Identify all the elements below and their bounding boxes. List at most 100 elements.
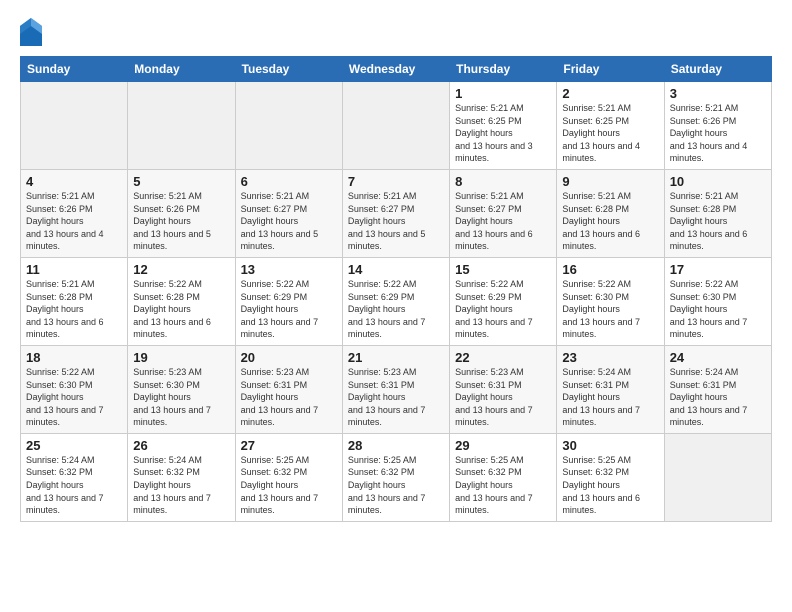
calendar-cell: 12 Sunrise: 5:22 AMSunset: 6:28 PMDaylig…	[128, 257, 235, 345]
day-number: 3	[670, 86, 766, 101]
day-detail: Sunrise: 5:24 AMSunset: 6:31 PMDaylight …	[670, 367, 748, 427]
day-detail: Sunrise: 5:21 AMSunset: 6:25 PMDaylight …	[562, 103, 640, 163]
day-detail: Sunrise: 5:21 AMSunset: 6:28 PMDaylight …	[26, 279, 104, 339]
weekday-header-tuesday: Tuesday	[235, 57, 342, 82]
calendar-week-1: 1 Sunrise: 5:21 AMSunset: 6:25 PMDayligh…	[21, 82, 772, 170]
day-number: 14	[348, 262, 444, 277]
day-detail: Sunrise: 5:23 AMSunset: 6:30 PMDaylight …	[133, 367, 211, 427]
calendar-cell: 19 Sunrise: 5:23 AMSunset: 6:30 PMDaylig…	[128, 345, 235, 433]
calendar-cell	[342, 82, 449, 170]
day-detail: Sunrise: 5:21 AMSunset: 6:26 PMDaylight …	[133, 191, 211, 251]
day-number: 28	[348, 438, 444, 453]
calendar-cell: 22 Sunrise: 5:23 AMSunset: 6:31 PMDaylig…	[450, 345, 557, 433]
day-number: 23	[562, 350, 658, 365]
calendar-table: SundayMondayTuesdayWednesdayThursdayFrid…	[20, 56, 772, 522]
calendar-cell: 13 Sunrise: 5:22 AMSunset: 6:29 PMDaylig…	[235, 257, 342, 345]
day-number: 11	[26, 262, 122, 277]
calendar-cell: 15 Sunrise: 5:22 AMSunset: 6:29 PMDaylig…	[450, 257, 557, 345]
calendar-cell: 14 Sunrise: 5:22 AMSunset: 6:29 PMDaylig…	[342, 257, 449, 345]
calendar-cell: 5 Sunrise: 5:21 AMSunset: 6:26 PMDayligh…	[128, 169, 235, 257]
weekday-header-saturday: Saturday	[664, 57, 771, 82]
day-detail: Sunrise: 5:21 AMSunset: 6:26 PMDaylight …	[670, 103, 748, 163]
calendar-cell: 7 Sunrise: 5:21 AMSunset: 6:27 PMDayligh…	[342, 169, 449, 257]
calendar-cell: 6 Sunrise: 5:21 AMSunset: 6:27 PMDayligh…	[235, 169, 342, 257]
calendar-cell: 11 Sunrise: 5:21 AMSunset: 6:28 PMDaylig…	[21, 257, 128, 345]
calendar-cell: 8 Sunrise: 5:21 AMSunset: 6:27 PMDayligh…	[450, 169, 557, 257]
day-detail: Sunrise: 5:22 AMSunset: 6:30 PMDaylight …	[670, 279, 748, 339]
weekday-header-wednesday: Wednesday	[342, 57, 449, 82]
day-number: 30	[562, 438, 658, 453]
day-detail: Sunrise: 5:22 AMSunset: 6:29 PMDaylight …	[241, 279, 319, 339]
header	[20, 18, 772, 46]
calendar-cell: 2 Sunrise: 5:21 AMSunset: 6:25 PMDayligh…	[557, 82, 664, 170]
day-detail: Sunrise: 5:25 AMSunset: 6:32 PMDaylight …	[241, 455, 319, 515]
day-number: 27	[241, 438, 337, 453]
day-detail: Sunrise: 5:22 AMSunset: 6:28 PMDaylight …	[133, 279, 211, 339]
day-detail: Sunrise: 5:24 AMSunset: 6:31 PMDaylight …	[562, 367, 640, 427]
day-number: 9	[562, 174, 658, 189]
weekday-header-thursday: Thursday	[450, 57, 557, 82]
calendar-cell: 16 Sunrise: 5:22 AMSunset: 6:30 PMDaylig…	[557, 257, 664, 345]
day-detail: Sunrise: 5:21 AMSunset: 6:26 PMDaylight …	[26, 191, 104, 251]
calendar-cell: 10 Sunrise: 5:21 AMSunset: 6:28 PMDaylig…	[664, 169, 771, 257]
weekday-header-monday: Monday	[128, 57, 235, 82]
day-number: 22	[455, 350, 551, 365]
day-number: 6	[241, 174, 337, 189]
calendar-cell	[235, 82, 342, 170]
day-detail: Sunrise: 5:25 AMSunset: 6:32 PMDaylight …	[562, 455, 640, 515]
day-detail: Sunrise: 5:23 AMSunset: 6:31 PMDaylight …	[241, 367, 319, 427]
day-number: 13	[241, 262, 337, 277]
calendar-header-row: SundayMondayTuesdayWednesdayThursdayFrid…	[21, 57, 772, 82]
calendar-cell: 30 Sunrise: 5:25 AMSunset: 6:32 PMDaylig…	[557, 433, 664, 521]
calendar-cell: 24 Sunrise: 5:24 AMSunset: 6:31 PMDaylig…	[664, 345, 771, 433]
day-detail: Sunrise: 5:22 AMSunset: 6:29 PMDaylight …	[348, 279, 426, 339]
day-detail: Sunrise: 5:22 AMSunset: 6:29 PMDaylight …	[455, 279, 533, 339]
calendar-cell: 27 Sunrise: 5:25 AMSunset: 6:32 PMDaylig…	[235, 433, 342, 521]
day-detail: Sunrise: 5:21 AMSunset: 6:25 PMDaylight …	[455, 103, 533, 163]
weekday-header-sunday: Sunday	[21, 57, 128, 82]
calendar-cell: 25 Sunrise: 5:24 AMSunset: 6:32 PMDaylig…	[21, 433, 128, 521]
day-number: 20	[241, 350, 337, 365]
day-detail: Sunrise: 5:21 AMSunset: 6:27 PMDaylight …	[241, 191, 319, 251]
day-detail: Sunrise: 5:25 AMSunset: 6:32 PMDaylight …	[455, 455, 533, 515]
day-number: 7	[348, 174, 444, 189]
calendar-cell: 28 Sunrise: 5:25 AMSunset: 6:32 PMDaylig…	[342, 433, 449, 521]
calendar-cell: 26 Sunrise: 5:24 AMSunset: 6:32 PMDaylig…	[128, 433, 235, 521]
day-detail: Sunrise: 5:24 AMSunset: 6:32 PMDaylight …	[26, 455, 104, 515]
day-number: 29	[455, 438, 551, 453]
calendar-cell: 23 Sunrise: 5:24 AMSunset: 6:31 PMDaylig…	[557, 345, 664, 433]
day-number: 5	[133, 174, 229, 189]
day-detail: Sunrise: 5:21 AMSunset: 6:28 PMDaylight …	[670, 191, 748, 251]
day-number: 18	[26, 350, 122, 365]
day-number: 19	[133, 350, 229, 365]
calendar-cell	[664, 433, 771, 521]
calendar-cell: 18 Sunrise: 5:22 AMSunset: 6:30 PMDaylig…	[21, 345, 128, 433]
calendar-cell: 29 Sunrise: 5:25 AMSunset: 6:32 PMDaylig…	[450, 433, 557, 521]
day-detail: Sunrise: 5:25 AMSunset: 6:32 PMDaylight …	[348, 455, 426, 515]
day-number: 15	[455, 262, 551, 277]
day-detail: Sunrise: 5:22 AMSunset: 6:30 PMDaylight …	[26, 367, 104, 427]
logo-icon	[20, 18, 42, 46]
calendar-cell: 20 Sunrise: 5:23 AMSunset: 6:31 PMDaylig…	[235, 345, 342, 433]
day-number: 21	[348, 350, 444, 365]
calendar-cell	[128, 82, 235, 170]
day-detail: Sunrise: 5:21 AMSunset: 6:27 PMDaylight …	[455, 191, 533, 251]
day-number: 26	[133, 438, 229, 453]
day-number: 10	[670, 174, 766, 189]
day-detail: Sunrise: 5:23 AMSunset: 6:31 PMDaylight …	[348, 367, 426, 427]
day-detail: Sunrise: 5:23 AMSunset: 6:31 PMDaylight …	[455, 367, 533, 427]
day-detail: Sunrise: 5:21 AMSunset: 6:27 PMDaylight …	[348, 191, 426, 251]
day-number: 2	[562, 86, 658, 101]
day-number: 8	[455, 174, 551, 189]
calendar-cell: 9 Sunrise: 5:21 AMSunset: 6:28 PMDayligh…	[557, 169, 664, 257]
calendar-cell: 3 Sunrise: 5:21 AMSunset: 6:26 PMDayligh…	[664, 82, 771, 170]
calendar-cell: 21 Sunrise: 5:23 AMSunset: 6:31 PMDaylig…	[342, 345, 449, 433]
page: SundayMondayTuesdayWednesdayThursdayFrid…	[0, 0, 792, 612]
day-number: 25	[26, 438, 122, 453]
day-detail: Sunrise: 5:22 AMSunset: 6:30 PMDaylight …	[562, 279, 640, 339]
day-number: 17	[670, 262, 766, 277]
logo	[20, 18, 46, 46]
day-detail: Sunrise: 5:24 AMSunset: 6:32 PMDaylight …	[133, 455, 211, 515]
weekday-header-friday: Friday	[557, 57, 664, 82]
calendar-cell	[21, 82, 128, 170]
